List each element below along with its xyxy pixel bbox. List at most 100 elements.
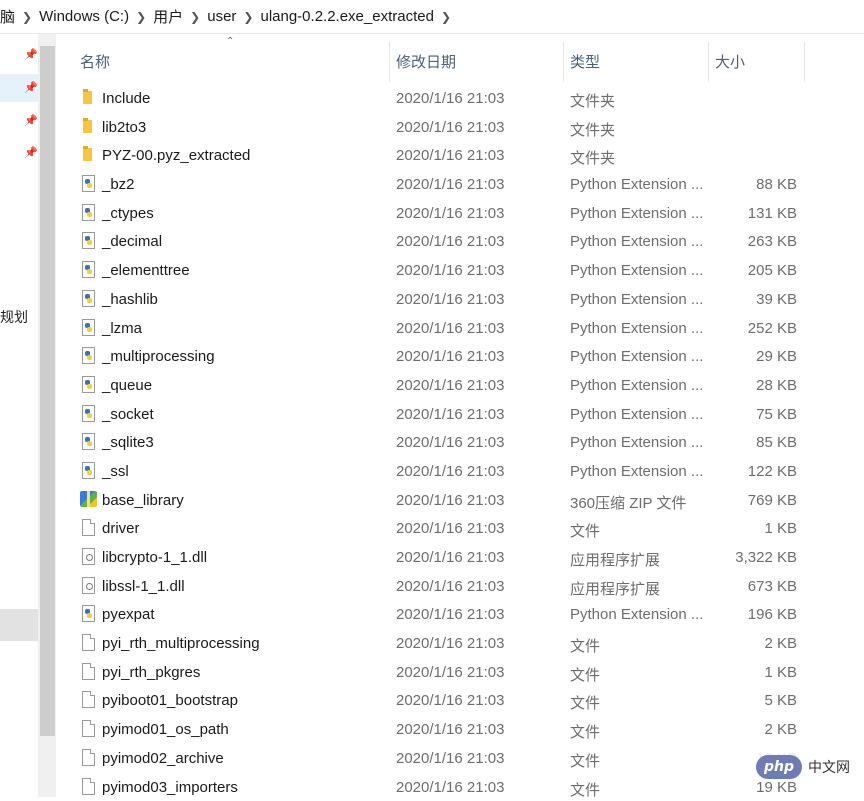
file-name: pyexpat: [102, 606, 155, 623]
file-row[interactable]: pyexpat2020/1/16 21:03Python Extension .…: [58, 600, 864, 629]
chevron-right-icon[interactable]: ❯: [133, 10, 149, 24]
pin-icon[interactable]: 📌: [24, 146, 38, 159]
file-icon: [80, 719, 96, 738]
chevron-right-icon[interactable]: ❯: [438, 10, 454, 24]
file-row[interactable]: Include2020/1/16 21:03文件夹: [58, 84, 864, 113]
file-name: _elementtree: [102, 262, 190, 279]
nav-item-highlight[interactable]: [0, 609, 38, 641]
python-extension-icon: [80, 203, 96, 222]
file-row[interactable]: lib2to32020/1/16 21:03文件夹: [58, 113, 864, 142]
file-type: 应用程序扩展: [570, 578, 660, 599]
file-row[interactable]: pyiboot01_bootstrap2020/1/16 21:03文件5 KB: [58, 686, 864, 715]
nav-scrollbar-thumb[interactable]: [40, 46, 55, 736]
file-row[interactable]: base_library2020/1/16 21:03360压缩 ZIP 文件7…: [58, 486, 864, 515]
file-size: 196 KB: [748, 606, 797, 623]
breadcrumb-segment[interactable]: user: [203, 8, 240, 25]
file-list: Include2020/1/16 21:03文件夹lib2to32020/1/1…: [58, 84, 864, 801]
file-date: 2020/1/16 21:03: [396, 406, 504, 423]
pin-icon[interactable]: 📌: [24, 81, 38, 94]
file-row[interactable]: _hashlib2020/1/16 21:03Python Extension …: [58, 285, 864, 314]
nav-item-label[interactable]: 规划: [0, 307, 28, 327]
file-date: 2020/1/16 21:03: [396, 520, 504, 537]
file-row[interactable]: _multiprocessing2020/1/16 21:03Python Ex…: [58, 342, 864, 371]
column-header-size[interactable]: 大小: [715, 51, 745, 72]
file-type: Python Extension ...: [570, 463, 703, 480]
file-row[interactable]: _ssl2020/1/16 21:03Python Extension ...1…: [58, 457, 864, 486]
file-icon: [80, 690, 96, 709]
file-row[interactable]: _ctypes2020/1/16 21:03Python Extension .…: [58, 199, 864, 228]
file-row[interactable]: pyimod02_archive2020/1/16 21:03文件10 KB: [58, 744, 864, 773]
column-header-date[interactable]: 修改日期: [396, 51, 456, 72]
column-header-row: ⌃ 名称 修改日期 类型 大小: [58, 34, 864, 84]
column-header-name[interactable]: 名称: [80, 51, 110, 72]
file-icon: [80, 777, 96, 796]
file-icon: [80, 748, 96, 767]
python-extension-icon: [80, 318, 96, 337]
breadcrumb-segment[interactable]: ulang-0.2.2.exe_extracted: [256, 8, 437, 25]
python-extension-icon: [80, 432, 96, 451]
file-row[interactable]: _bz22020/1/16 21:03Python Extension ...8…: [58, 170, 864, 199]
file-size: 673 KB: [748, 578, 797, 595]
breadcrumb-segment[interactable]: Windows (C:): [35, 8, 133, 25]
file-date: 2020/1/16 21:03: [396, 664, 504, 681]
file-type: 文件夹: [570, 90, 615, 111]
pin-icon[interactable]: 📌: [24, 114, 38, 127]
zip-archive-icon: [80, 490, 96, 509]
file-name: pyiboot01_bootstrap: [102, 692, 238, 709]
file-row[interactable]: driver2020/1/16 21:03文件1 KB: [58, 514, 864, 543]
file-size: 1 KB: [764, 664, 797, 681]
file-row[interactable]: _socket2020/1/16 21:03Python Extension .…: [58, 400, 864, 429]
python-extension-icon: [80, 404, 96, 423]
pin-icon[interactable]: 📌: [24, 48, 38, 61]
file-type: 文件: [570, 664, 600, 685]
file-type: 文件: [570, 520, 600, 541]
file-type: Python Extension ...: [570, 205, 703, 222]
file-row[interactable]: _lzma2020/1/16 21:03Python Extension ...…: [58, 314, 864, 343]
file-date: 2020/1/16 21:03: [396, 205, 504, 222]
file-name: Include: [102, 90, 150, 107]
file-row[interactable]: pyi_rth_pkgres2020/1/16 21:03文件1 KB: [58, 658, 864, 687]
file-type: 360压缩 ZIP 文件: [570, 492, 686, 513]
file-row[interactable]: pyimod01_os_path2020/1/16 21:03文件2 KB: [58, 715, 864, 744]
file-row[interactable]: _queue2020/1/16 21:03Python Extension ..…: [58, 371, 864, 400]
file-type: Python Extension ...: [570, 262, 703, 279]
python-extension-icon: [80, 346, 96, 365]
breadcrumb-segment[interactable]: 脑: [0, 6, 19, 27]
file-size: 131 KB: [748, 205, 797, 222]
file-date: 2020/1/16 21:03: [396, 635, 504, 652]
chevron-right-icon[interactable]: ❯: [240, 10, 256, 24]
file-size: 3,322 KB: [735, 549, 797, 566]
file-row[interactable]: _elementtree2020/1/16 21:03Python Extens…: [58, 256, 864, 285]
column-divider[interactable]: [563, 42, 564, 82]
file-name: _queue: [102, 377, 152, 394]
chevron-right-icon[interactable]: ❯: [19, 10, 35, 24]
file-row[interactable]: PYZ-00.pyz_extracted2020/1/16 21:03文件夹: [58, 141, 864, 170]
file-date: 2020/1/16 21:03: [396, 750, 504, 767]
file-type: Python Extension ...: [570, 434, 703, 451]
chevron-right-icon[interactable]: ❯: [187, 10, 203, 24]
file-row[interactable]: libssl-1_1.dll2020/1/16 21:03应用程序扩展673 K…: [58, 572, 864, 601]
file-type: 文件: [570, 692, 600, 713]
column-divider[interactable]: [389, 42, 390, 82]
column-divider[interactable]: [708, 42, 709, 82]
file-date: 2020/1/16 21:03: [396, 721, 504, 738]
python-extension-icon: [80, 174, 96, 193]
file-row[interactable]: libcrypto-1_1.dll2020/1/16 21:03应用程序扩展3,…: [58, 543, 864, 572]
file-date: 2020/1/16 21:03: [396, 291, 504, 308]
file-size: 28 KB: [756, 377, 797, 394]
file-size: 205 KB: [748, 262, 797, 279]
file-row[interactable]: _decimal2020/1/16 21:03Python Extension …: [58, 227, 864, 256]
file-date: 2020/1/16 21:03: [396, 233, 504, 250]
file-row[interactable]: pyi_rth_multiprocessing2020/1/16 21:03文件…: [58, 629, 864, 658]
file-type: 文件夹: [570, 119, 615, 140]
column-divider[interactable]: [804, 42, 805, 82]
file-type: Python Extension ...: [570, 348, 703, 365]
sort-ascending-icon: ⌃: [226, 36, 234, 47]
breadcrumb-segment[interactable]: 用户: [149, 6, 187, 27]
file-date: 2020/1/16 21:03: [396, 348, 504, 365]
dll-icon: [80, 547, 96, 566]
file-row[interactable]: _sqlite32020/1/16 21:03Python Extension …: [58, 428, 864, 457]
file-name: base_library: [102, 492, 184, 509]
folder-icon: [80, 117, 96, 136]
column-header-type[interactable]: 类型: [570, 51, 600, 72]
